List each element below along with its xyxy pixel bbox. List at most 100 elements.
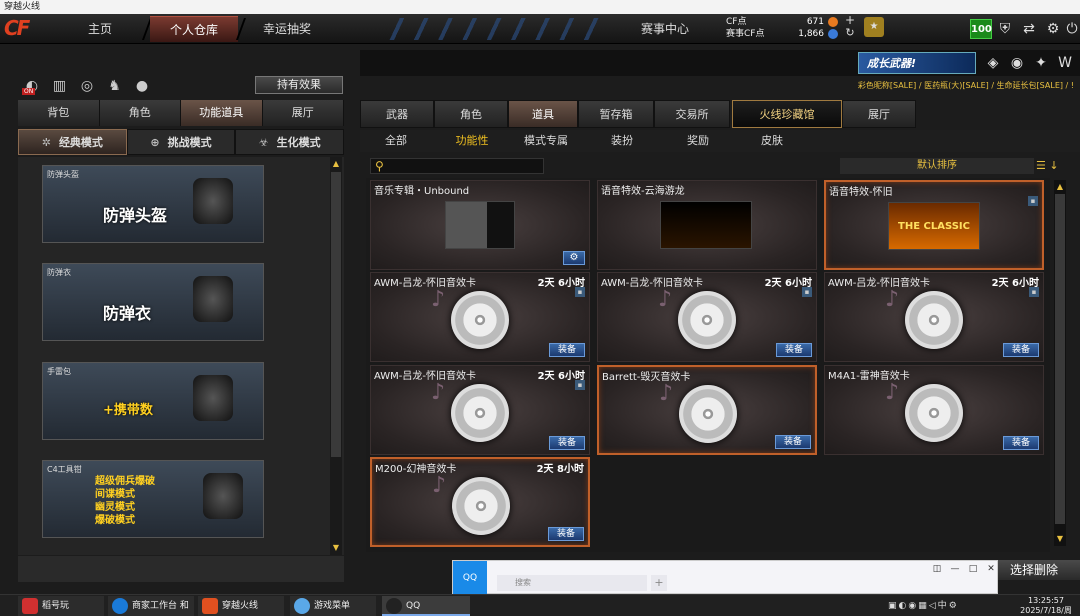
list-item-helmet[interactable]: 防弹头盔 防弹头盔 (42, 165, 264, 243)
right-tab-exchange[interactable]: 交易所 (654, 100, 730, 128)
scroll-down-icon[interactable]: ▼ (331, 543, 341, 553)
left-scrollbar-thumb[interactable] (331, 172, 341, 457)
scroll-up-icon[interactable]: ▲ (331, 159, 341, 169)
taskbar-item-active[interactable]: QQ (382, 596, 470, 616)
item-card[interactable]: 语音特效-云海游龙 (597, 180, 817, 270)
network-icon[interactable]: ▦ (918, 601, 929, 611)
ime-indicator[interactable]: 中 (938, 601, 949, 611)
add-contact-icon[interactable]: + (651, 575, 667, 591)
equip-button[interactable]: 装备 (549, 436, 585, 450)
left-tab-functional-items[interactable]: 功能道具 (181, 100, 263, 126)
taskbar-item[interactable]: 游戏菜单 (290, 596, 376, 616)
item-card-selected[interactable]: Barrett-毁灭音效卡 ♪ 装备 (597, 365, 817, 455)
item-caption: +携带数 (103, 403, 153, 418)
nav-tab-home[interactable]: 主页 (58, 16, 142, 42)
settings-gear-icon[interactable]: ⚙ (563, 251, 585, 265)
nav-tab-warehouse[interactable]: 个人仓库 (150, 16, 238, 42)
equip-button[interactable]: 装备 (776, 343, 812, 357)
equip-button[interactable]: 装备 (1003, 343, 1039, 357)
taskbar-label: 穿越火线 (222, 601, 259, 611)
taskbar-item[interactable]: 穿越火线 (198, 596, 284, 616)
nav-tab-lottery[interactable]: 幸运抽奖 (244, 16, 330, 42)
subtab-outfit[interactable]: 装扮 (592, 130, 652, 152)
switch-icon[interactable]: ⇄ (1018, 18, 1040, 40)
tray-app-icon[interactable]: ▣ (888, 601, 899, 611)
subtab-all[interactable]: 全部 (366, 130, 426, 152)
volume-icon[interactable]: ◁ (929, 601, 938, 611)
right-tab-characters[interactable]: 角色 (434, 100, 508, 128)
item-card[interactable]: AWM-吕龙-怀旧音效卡 2天 6小时 ▪ ♪ 装备 (597, 272, 817, 362)
subtab-functional[interactable]: 功能性 (442, 130, 502, 152)
maximize-icon[interactable]: □ (967, 563, 979, 575)
item-title: C4工具钳 (47, 465, 82, 474)
sort-down-icon[interactable]: ↓ (1049, 159, 1058, 172)
cf-logo[interactable]: CF (4, 16, 50, 42)
pin-icon[interactable]: ◫ (931, 563, 943, 575)
mode-biochem[interactable]: ☣ 生化模式 (235, 129, 345, 155)
tray-app-icon[interactable]: ◉ (908, 601, 918, 611)
scroll-up-icon[interactable]: ▲ (1055, 182, 1065, 192)
right-scrollbar-thumb[interactable] (1055, 194, 1065, 524)
item-card[interactable]: AWM-吕龙-怀旧音效卡 2天 6小时 ▪ ♪ 装备 (370, 272, 590, 362)
rank-emblem-icon[interactable]: ◈ (982, 52, 1004, 74)
search-input[interactable]: ⚲ (370, 158, 544, 174)
refresh-icon[interactable]: ↻ (842, 26, 858, 40)
qq-logo[interactable]: QQ (453, 561, 487, 595)
gear-icon[interactable]: ⚙ (1042, 18, 1064, 40)
left-tab-showroom[interactable]: 展厅 (262, 100, 344, 126)
tray-app-icon[interactable]: ⚙ (949, 601, 959, 611)
mode-classic[interactable]: ✲ 经典模式 (18, 129, 127, 155)
promo-banner[interactable]: 成长武器! (858, 52, 976, 74)
item-card-selected[interactable]: 语音特效-怀旧 ▪ THE CLASSIC (824, 180, 1044, 270)
item-card[interactable]: 音乐专辑・Unbound ⚙ (370, 180, 590, 270)
subtab-skins[interactable]: 皮肤 (742, 130, 802, 152)
close-icon[interactable]: ✕ (985, 563, 997, 575)
list-item-vest[interactable]: 防弹衣 防弹衣 (42, 263, 264, 341)
select-delete-button[interactable]: 选择删除 (988, 560, 1080, 580)
wolf-icon[interactable]: W (1054, 52, 1076, 74)
add-points-icon[interactable]: + (842, 13, 858, 27)
globe-icon[interactable]: ◉ (1006, 52, 1028, 74)
list-item-c4-pliers[interactable]: C4工具钳 超级佣兵爆破 间谍模式 幽灵模式 爆破模式 (42, 460, 264, 538)
taskbar-item[interactable]: 稻号玩 (18, 596, 104, 616)
list-item-grenade-pack[interactable]: 手雷包 +携带数 (42, 362, 264, 440)
minimize-icon[interactable]: — (949, 563, 961, 575)
scope-icon: ⊕ (150, 136, 160, 149)
item-card-selected[interactable]: M200-幻神音效卡 2天 8小时 ♪ 装备 (370, 457, 590, 547)
held-effects-button[interactable]: 持有效果 (255, 76, 343, 94)
qq-search-input[interactable]: 搜索 (497, 575, 647, 591)
item-card[interactable]: AWM-吕龙-怀旧音效卡 2天 6小时 ▪ ♪ 装备 (824, 272, 1044, 362)
subtab-rewards[interactable]: 奖励 (668, 130, 728, 152)
wings-icon[interactable]: ✦ (1030, 52, 1052, 74)
rank-badge-icon[interactable]: ★ (864, 17, 884, 37)
power-icon[interactable]: ⏻ (1064, 18, 1080, 40)
right-tab-items[interactable]: 道具 (508, 100, 578, 128)
tray-app-icon[interactable]: ◐ (899, 601, 909, 611)
equip-button[interactable]: 装备 (775, 435, 811, 449)
equip-button[interactable]: 装备 (548, 527, 584, 541)
sort-dropdown[interactable]: 默认排序 (840, 158, 1034, 174)
right-tab-weapons[interactable]: 武器 (360, 100, 434, 128)
nav-tab-events[interactable]: 赛事中心 (620, 16, 710, 42)
chart-icon[interactable]: ▥ (50, 76, 70, 96)
subtab-mode-exclusive[interactable]: 模式专属 (516, 130, 576, 152)
shield-icon[interactable]: ⛨ (994, 18, 1016, 40)
item-card[interactable]: M4A1-雷神音效卡 ♪ 装备 (824, 365, 1044, 455)
equip-button[interactable]: 装备 (1003, 436, 1039, 450)
left-tab-character[interactable]: 角色 (99, 100, 181, 126)
taskbar-item[interactable]: 商家工作台 和阿... (108, 596, 194, 616)
right-tab-showroom[interactable]: 展厅 (842, 100, 916, 128)
right-tab-storage[interactable]: 暂存箱 (578, 100, 654, 128)
right-tab-collection[interactable]: 火线珍藏馆 (732, 100, 842, 128)
scroll-down-icon[interactable]: ▼ (1055, 534, 1065, 544)
music-note-icon: ♪ (432, 473, 447, 498)
item-card[interactable]: AWM-吕龙-怀旧音效卡 2天 6小时 ▪ ♪ 装备 (370, 365, 590, 455)
mode-challenge[interactable]: ⊕ 挑战模式 (126, 129, 236, 155)
clock[interactable]: 13:25:57 2025/7/18/周五 (1018, 596, 1074, 616)
grenade-icon[interactable]: ● (132, 76, 152, 96)
target-icon[interactable]: ◎ (77, 76, 97, 96)
left-tab-backpack[interactable]: 背包 (18, 100, 100, 126)
boot-icon[interactable]: ♞ (105, 76, 125, 96)
equip-button[interactable]: 装备 (549, 343, 585, 357)
list-view-icon[interactable]: ☰ (1036, 159, 1046, 172)
